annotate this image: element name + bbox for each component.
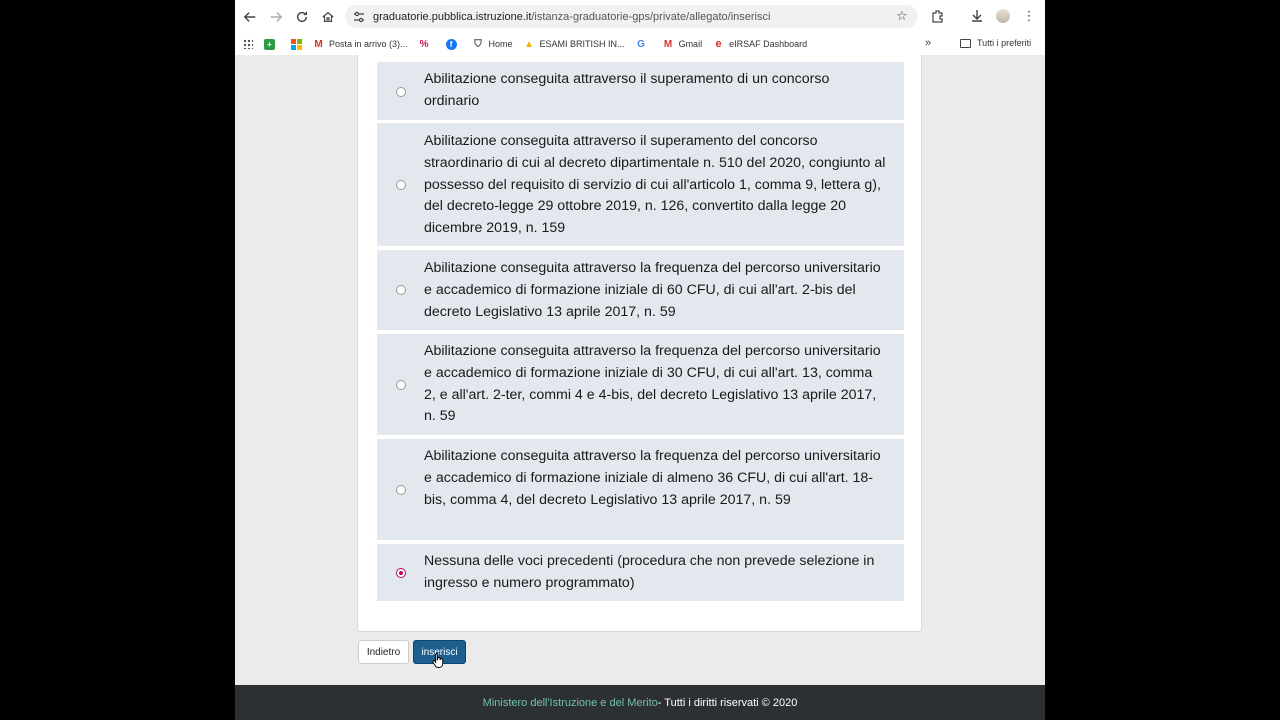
bookmark-label: ESAMI BRITISH IN... bbox=[539, 39, 625, 49]
apps-grid-icon bbox=[243, 39, 253, 49]
facebook-icon: f bbox=[445, 38, 457, 50]
bookmark-gmail[interactable]: M Gmail bbox=[663, 38, 703, 50]
home-shield-icon: ⛉ bbox=[474, 38, 482, 50]
reload-icon[interactable] bbox=[289, 4, 315, 30]
bookmark-home[interactable]: ⛉ Home bbox=[473, 38, 513, 50]
options-card: Abilitazione conseguita attraverso il su… bbox=[357, 55, 922, 632]
bookmark-dazn[interactable]: % bbox=[419, 39, 435, 50]
bookmark-label: Posta in arrivo (3)... bbox=[329, 39, 408, 49]
bookmark-apps[interactable] bbox=[243, 39, 253, 49]
url-path: /istanza-graduatorie-gps/private/allegat… bbox=[531, 10, 771, 23]
drive-icon: ▲ bbox=[524, 38, 534, 50]
gmail-icon: M bbox=[663, 38, 673, 50]
option-label: Abilitazione conseguita attraverso la fr… bbox=[424, 448, 881, 508]
profile-avatar-icon[interactable] bbox=[991, 4, 1015, 28]
bookmark-label: Gmail bbox=[678, 39, 703, 49]
bookmarks-folder-label: Tutti i preferiti bbox=[977, 38, 1032, 48]
browser-toolbar: graduatorie.pubblica.istruzione.it/istan… bbox=[235, 0, 1045, 33]
bookmark-label: Home bbox=[488, 39, 513, 49]
dazn-icon: % bbox=[419, 38, 429, 50]
option-label: Abilitazione conseguita attraverso la fr… bbox=[424, 260, 881, 320]
address-bar[interactable]: graduatorie.pubblica.istruzione.it/istan… bbox=[345, 5, 918, 28]
back-arrow-icon[interactable] bbox=[237, 4, 263, 30]
bookmarks-bar: + M Posta in arrivo (3)... % f ⛉ Home ▲ ESA… bbox=[235, 33, 1045, 55]
option-label: Abilitazione conseguita attraverso la fr… bbox=[424, 343, 881, 425]
option-item-selected[interactable]: Nessuna delle voci precedenti (procedura… bbox=[377, 544, 904, 601]
url-text: graduatorie.pubblica.istruzione.it/istan… bbox=[373, 11, 770, 23]
footer-copyright: - Tutti i diritti riservati © 2020 bbox=[657, 696, 798, 709]
browser-window: graduatorie.pubblica.istruzione.it/istan… bbox=[235, 0, 1045, 720]
hand-cursor-icon bbox=[432, 653, 444, 668]
home-icon[interactable] bbox=[315, 4, 341, 30]
url-host: graduatorie.pubblica.istruzione.it bbox=[373, 10, 532, 23]
extensions-icon[interactable] bbox=[926, 4, 950, 28]
radio-button-selected[interactable] bbox=[396, 568, 406, 578]
option-item[interactable]: Abilitazione conseguita attraverso il su… bbox=[377, 123, 904, 246]
bookmark-label: eIRSAF Dashboard bbox=[729, 39, 808, 49]
radio-button[interactable] bbox=[396, 485, 406, 495]
bookmark-microsoft[interactable] bbox=[291, 38, 302, 50]
bookmark-google[interactable]: G bbox=[636, 39, 652, 50]
site-settings-icon[interactable] bbox=[345, 11, 373, 23]
back-button[interactable]: Indietro bbox=[358, 640, 409, 664]
bookmark-star-icon[interactable]: ☆ bbox=[896, 9, 910, 23]
more-bookmarks-chevron-icon[interactable]: » bbox=[925, 37, 931, 49]
green-plus-icon: + bbox=[264, 38, 275, 50]
menu-kebab-icon[interactable]: ⋮ bbox=[1017, 4, 1041, 28]
microsoft-icon bbox=[291, 38, 302, 50]
download-icon[interactable] bbox=[965, 4, 989, 28]
radio-button[interactable] bbox=[396, 87, 406, 97]
bookmark-esami[interactable]: ▲ ESAMI BRITISH IN... bbox=[524, 38, 625, 50]
page-content: Abilitazione conseguita attraverso il su… bbox=[235, 55, 1045, 720]
radio-button[interactable] bbox=[396, 180, 406, 190]
bookmark-posta[interactable]: M Posta in arrivo (3)... bbox=[313, 38, 408, 50]
all-bookmarks-folder[interactable]: Tutti i preferiti bbox=[960, 38, 1031, 48]
bookmark-green[interactable]: + bbox=[264, 38, 280, 50]
radio-button[interactable] bbox=[396, 285, 406, 295]
option-item[interactable]: Abilitazione conseguita attraverso il su… bbox=[377, 62, 904, 120]
option-label: Nessuna delle voci precedenti (procedura… bbox=[424, 553, 875, 591]
option-item[interactable]: Abilitazione conseguita attraverso la fr… bbox=[377, 334, 904, 435]
e-logo-icon: e bbox=[715, 37, 722, 50]
option-item[interactable]: Abilitazione conseguita attraverso la fr… bbox=[377, 250, 904, 330]
gmail-icon: M bbox=[314, 38, 323, 50]
radio-button[interactable] bbox=[396, 380, 406, 390]
forward-arrow-icon[interactable] bbox=[263, 4, 289, 30]
bookmark-eirsaf[interactable]: e eIRSAF Dashboard bbox=[713, 37, 808, 50]
folder-icon bbox=[960, 38, 971, 48]
google-icon: G bbox=[637, 38, 645, 50]
footer-ministry-link[interactable]: Ministero dell'Istruzione e del Merito bbox=[483, 697, 658, 709]
page-footer: Ministero dell'Istruzione e del Merito -… bbox=[235, 685, 1045, 720]
bookmark-facebook[interactable]: f bbox=[445, 38, 462, 50]
option-label: Abilitazione conseguita attraverso il su… bbox=[424, 71, 830, 109]
option-item[interactable]: Abilitazione conseguita attraverso la fr… bbox=[377, 439, 904, 540]
option-label: Abilitazione conseguita attraverso il su… bbox=[424, 133, 886, 237]
